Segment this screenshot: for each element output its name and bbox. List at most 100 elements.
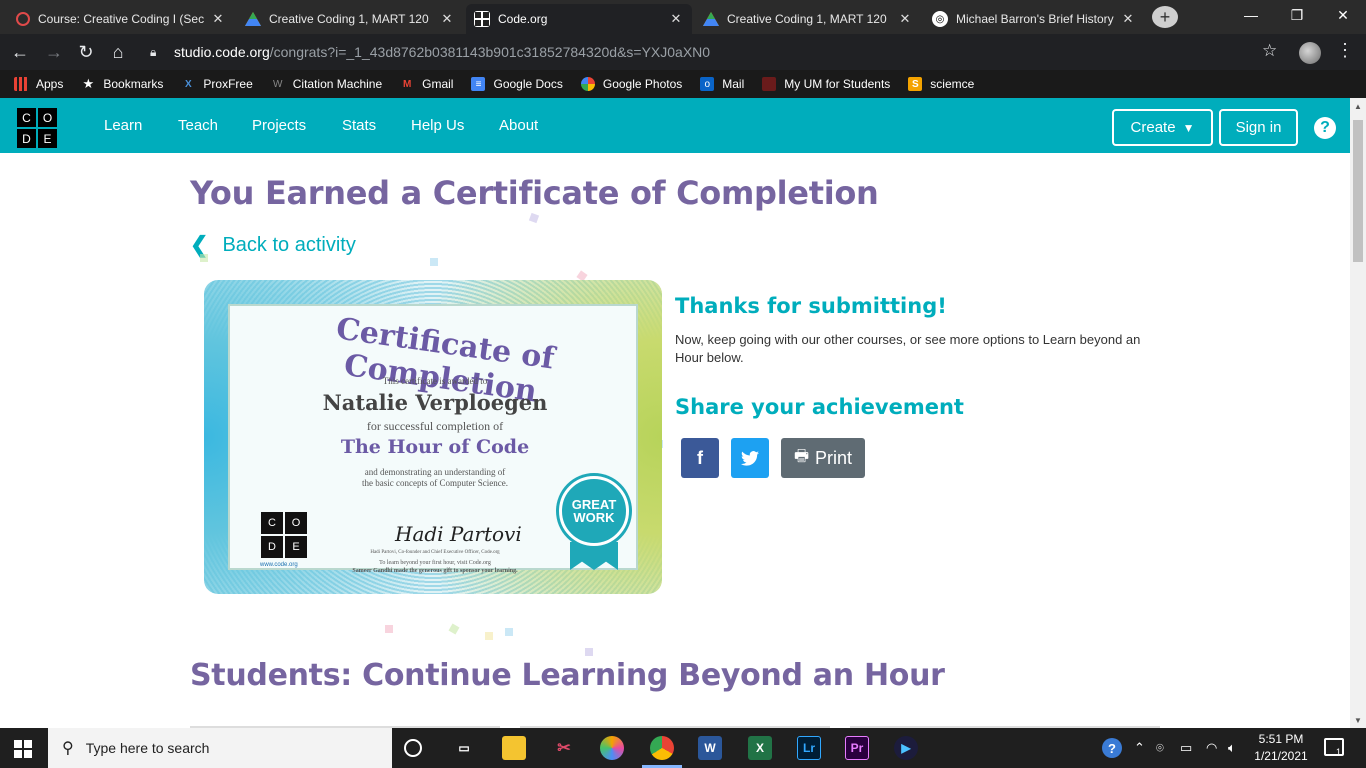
scroll-down-arrow-icon[interactable]: ▼ (1350, 714, 1366, 728)
cortana-icon[interactable] (404, 739, 422, 757)
camera-icon[interactable]: ⌾ (1156, 728, 1164, 768)
menu-kebab-icon[interactable]: ⋮ (1336, 40, 1354, 61)
bookmark-google-photos[interactable]: Google Photos (580, 77, 683, 91)
bookmark-mail[interactable]: o Mail (700, 77, 744, 91)
great-work-badge: GREAT WORK (559, 476, 629, 546)
scroll-up-arrow-icon[interactable]: ▲ (1350, 100, 1366, 114)
bookmark-label: Google Photos (602, 77, 683, 91)
certificate-body: Certificate of Completion This certifica… (228, 304, 638, 574)
google-drive-icon (703, 11, 719, 27)
tab-title: Creative Coding 1, MART 120 | (269, 12, 433, 26)
sign-in-button[interactable]: Sign in (1219, 109, 1298, 146)
bookmark-bookmarks[interactable]: ★ Bookmarks (81, 76, 164, 91)
certificate-image: Certificate of Completion This certifica… (204, 280, 662, 594)
twitter-share-button[interactable] (731, 438, 769, 478)
clock-date: 1/21/2021 (1254, 749, 1308, 763)
nav-stats[interactable]: Stats (342, 117, 376, 134)
certificate-signature: Hadi Partovi (395, 522, 522, 546)
bookmark-star-icon[interactable]: ☆ (1262, 41, 1277, 61)
file-explorer-icon[interactable] (502, 736, 526, 760)
print-button[interactable]: 🖶︎ Print (781, 438, 865, 478)
browser-tab-2[interactable]: Creative Coding 1, MART 120 | ✕ (237, 4, 463, 34)
task-view-icon[interactable]: ▭ (452, 736, 476, 760)
chevron-up-icon[interactable]: ⌃ (1134, 728, 1145, 768)
bookmark-apps[interactable]: Apps (14, 77, 63, 91)
excel-icon[interactable]: X (748, 736, 772, 760)
confetti (585, 648, 593, 656)
nav-help-us[interactable]: Help Us (411, 117, 464, 134)
confetti (448, 623, 460, 635)
confetti (528, 212, 540, 224)
media-player-icon[interactable]: ▶ (894, 736, 918, 760)
bookmark-citation-machine[interactable]: W Citation Machine (271, 77, 382, 91)
battery-icon[interactable]: ▭ (1180, 728, 1192, 768)
page-scrollbar[interactable]: ▲ ▼ (1350, 98, 1366, 728)
confetti (200, 254, 208, 262)
bookmark-my-um[interactable]: My UM for Students (762, 77, 890, 91)
twitter-icon (741, 450, 759, 466)
power-icon (16, 12, 30, 26)
create-label: Create (1130, 119, 1176, 136)
clock-time: 5:51 PM (1258, 732, 1304, 746)
close-icon[interactable]: ✕ (668, 11, 684, 27)
create-dropdown-button[interactable]: Create ▼ (1112, 109, 1213, 146)
logo-letter: E (38, 129, 57, 148)
premiere-pro-icon[interactable]: Pr (845, 736, 869, 760)
facebook-share-button[interactable]: f (681, 438, 719, 478)
logo-letter: O (38, 108, 57, 127)
browser-tab-3[interactable]: Code.org ✕ (466, 4, 692, 34)
wifi-icon[interactable]: ◠ (1206, 728, 1217, 768)
nav-learn[interactable]: Learn (104, 117, 142, 134)
nav-teach[interactable]: Teach (178, 117, 218, 134)
badge-line-2: WORK (573, 510, 615, 525)
profile-avatar[interactable] (1299, 42, 1321, 64)
code-org-logo[interactable]: C O D E (17, 108, 57, 148)
sciemce-icon: S (908, 77, 923, 91)
nav-projects[interactable]: Projects (252, 117, 306, 134)
chrome-icon[interactable] (650, 736, 674, 760)
bookmark-label: Gmail (422, 77, 454, 91)
close-window-button[interactable]: ✕ (1320, 0, 1366, 34)
bookmark-proxfree[interactable]: X ProxFree (181, 77, 253, 91)
windows-start-icon[interactable] (14, 740, 32, 758)
close-icon[interactable]: ✕ (1120, 11, 1136, 27)
certificate-demo-line-1: and demonstrating an understanding of (364, 467, 506, 477)
address-bar[interactable]: 🔒︎ studio.code.org/congrats?i=_1_43d8762… (140, 38, 1300, 66)
taskbar-search-box[interactable]: ⚲ Type here to search (48, 728, 392, 768)
nav-about[interactable]: About (499, 117, 538, 134)
scrollbar-thumb[interactable] (1353, 120, 1363, 262)
bookmark-gmail[interactable]: M Gmail (400, 77, 454, 91)
paint-3d-icon[interactable] (600, 736, 624, 760)
close-icon[interactable]: ✕ (210, 11, 226, 27)
bookmark-sciemce[interactable]: Ssciemce (908, 77, 974, 91)
browser-tab-4[interactable]: Creative Coding 1, MART 120 | ✕ (695, 4, 921, 34)
thanks-heading: Thanks for submitting! (675, 294, 947, 318)
word-icon[interactable]: W (698, 736, 722, 760)
close-icon[interactable]: ✕ (897, 11, 913, 27)
restore-button[interactable]: ❐ (1274, 0, 1320, 34)
notification-icon[interactable]: 1 (1324, 738, 1344, 757)
lightroom-icon[interactable]: Lr (797, 736, 821, 760)
help-tray-icon[interactable]: ? (1102, 728, 1122, 768)
bookmark-google-docs[interactable]: ≡ Google Docs (471, 77, 563, 91)
bookmark-label: Google Docs (493, 77, 563, 91)
bookmarks-bar: Apps ★ Bookmarks X ProxFree W Citation Mach… (0, 70, 1366, 98)
snip-sketch-icon[interactable]: ✂ (552, 736, 576, 760)
minimize-button[interactable]: — (1228, 0, 1274, 34)
reload-icon[interactable]: ↻ (74, 40, 98, 64)
proxfree-icon: X (185, 78, 192, 90)
close-icon[interactable]: ✕ (439, 11, 455, 27)
keep-going-text: Now, keep going with our other courses, … (675, 332, 1141, 365)
back-arrow-icon[interactable]: ← (8, 40, 32, 64)
forward-arrow-icon[interactable]: → (42, 40, 66, 64)
taskbar-clock[interactable]: 5:51 PM 1/21/2021 (1248, 731, 1314, 765)
browser-tab-5[interactable]: ◎ Michael Barron's Brief History ✕ (924, 4, 1144, 34)
new-tab-button[interactable]: + (1152, 6, 1178, 28)
volume-icon[interactable]: 🔈︎ (1228, 728, 1236, 768)
help-icon[interactable]: ? (1314, 117, 1336, 139)
confetti (505, 628, 513, 636)
back-to-activity-link[interactable]: ❮ Back to activity (190, 232, 356, 258)
apps-grid-icon (14, 77, 28, 91)
browser-tab-1[interactable]: Course: Creative Coding I (Sect ✕ (8, 4, 234, 34)
home-icon[interactable]: ⌂ (106, 40, 130, 64)
